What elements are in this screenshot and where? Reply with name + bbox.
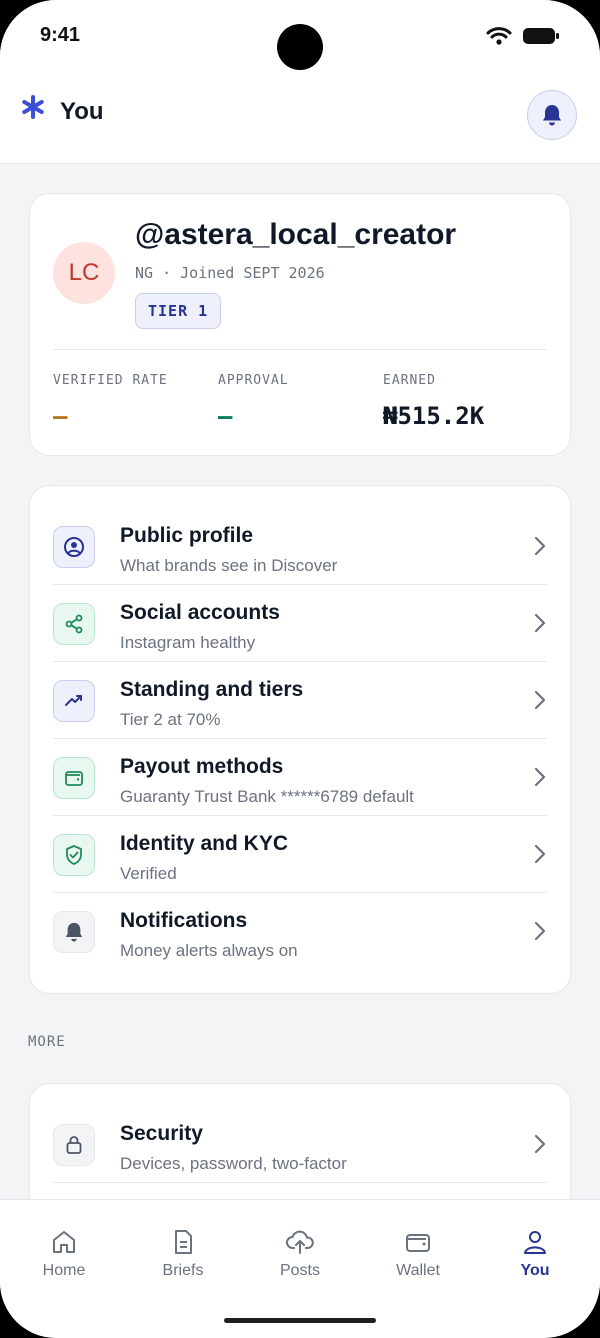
lock-icon: [53, 1124, 95, 1166]
notifications-button[interactable]: [527, 90, 577, 140]
status-icons: [486, 26, 560, 46]
camera-island: [277, 24, 323, 70]
tier-badge: TIER 1: [135, 293, 222, 329]
chevron-right-icon: [534, 921, 546, 941]
document-icon: [175, 1230, 192, 1254]
bell-icon: [53, 911, 95, 953]
tab-label: Home: [42, 1262, 86, 1279]
menu-item-subtitle: Tier 2 at 70%: [120, 710, 221, 729]
menu-item-subtitle: Instagram healthy: [120, 633, 256, 652]
stat-approval: APPROVAL —: [218, 373, 289, 430]
wallet-icon: [53, 757, 95, 799]
user-icon: [524, 1231, 546, 1254]
menu-item-title: Social accounts: [120, 601, 280, 624]
menu-item-subtitle: Money alerts always on: [120, 941, 298, 960]
battery-icon: [523, 28, 559, 44]
tab-home[interactable]: Home: [4, 1228, 124, 1280]
tab-label: Wallet: [396, 1262, 440, 1279]
avatar: LC: [53, 242, 115, 304]
chevron-right-icon: [534, 536, 546, 556]
stat-label: EARNED: [383, 373, 436, 388]
phone-screen: 9:41 You LC @astera_local_creator NG · J…: [0, 0, 600, 1338]
menu-item-title: Standing and tiers: [120, 678, 304, 701]
profile-divider: [53, 349, 547, 350]
stat-label: VERIFIED RATE: [53, 373, 168, 388]
profile-handle: @astera_local_creator: [135, 218, 457, 251]
status-bar: 9:41: [0, 0, 600, 72]
menu-item-title: Public profile: [120, 524, 254, 547]
status-time: 9:41: [40, 24, 81, 46]
tab-label: You: [520, 1262, 550, 1279]
menu-item-title: Payout methods: [120, 755, 284, 778]
stat-label: APPROVAL: [218, 373, 289, 388]
menu-item-subtitle: What brands see in Discover: [120, 556, 338, 575]
chevron-right-icon: [534, 767, 546, 787]
section-label-more: MORE: [28, 1034, 66, 1050]
app-header: You: [0, 72, 600, 164]
menu-item-standing-tiers[interactable]: Standing and tiers Tier 2 at 70%: [30, 662, 570, 739]
tab-posts[interactable]: Posts: [240, 1228, 360, 1280]
home-icon: [53, 1231, 75, 1253]
wallet-icon: [406, 1234, 430, 1252]
menu-item-notifications[interactable]: Notifications Money alerts always on: [30, 893, 570, 970]
chevron-right-icon: [534, 613, 546, 633]
home-indicator: [224, 1318, 376, 1323]
menu-item-public-profile[interactable]: Public profile What brands see in Discov…: [30, 508, 570, 585]
stat-value: —: [53, 402, 68, 430]
stat-value: —: [218, 402, 233, 430]
wifi-icon: [486, 27, 512, 45]
bell-icon: [543, 105, 561, 126]
page-title: You: [60, 98, 104, 125]
stat-verified-rate: VERIFIED RATE —: [53, 373, 168, 430]
menu-item-identity-kyc[interactable]: Identity and KYC Verified: [30, 816, 570, 893]
menu-item-title: Security: [120, 1122, 203, 1145]
user-circle-icon: [53, 526, 95, 568]
trending-up-icon: [53, 680, 95, 722]
stat-value: ₦515.2K: [383, 402, 485, 430]
row-divider: [53, 1182, 547, 1183]
menu-item-social-accounts[interactable]: Social accounts Instagram healthy: [30, 585, 570, 662]
tab-wallet[interactable]: Wallet: [358, 1228, 478, 1280]
share-icon: [53, 603, 95, 645]
tab-label: Posts: [279, 1262, 320, 1279]
menu-item-title: Identity and KYC: [120, 832, 289, 855]
menu-item-security[interactable]: Security Devices, password, two-factor: [30, 1106, 570, 1183]
profile-card: LC @astera_local_creator NG · Joined SEP…: [29, 193, 571, 456]
cloud-upload-icon: [286, 1230, 314, 1254]
shield-check-icon: [53, 834, 95, 876]
stat-earned: EARNED ₦515.2K: [383, 373, 484, 430]
chevron-right-icon: [534, 844, 546, 864]
bottom-tab-bar: Home Briefs Posts Wallet You: [0, 1199, 600, 1338]
menu-item-subtitle: Guaranty Trust Bank ******6789 default: [120, 787, 414, 806]
tab-briefs[interactable]: Briefs: [123, 1228, 243, 1280]
menu-item-title: Notifications: [120, 909, 248, 932]
settings-menu: Public profile What brands see in Discov…: [29, 485, 571, 994]
menu-item-payout-methods[interactable]: Payout methods Guaranty Trust Bank *****…: [30, 739, 570, 816]
menu-item-subtitle: Devices, password, two-factor: [120, 1154, 347, 1173]
tab-you[interactable]: You: [475, 1228, 595, 1280]
chevron-right-icon: [534, 690, 546, 710]
menu-item-subtitle: Verified: [120, 864, 177, 883]
brand-star-icon: [22, 95, 44, 119]
tab-label: Briefs: [162, 1262, 204, 1279]
profile-meta: NG · Joined SEPT 2026: [135, 264, 325, 282]
chevron-right-icon: [534, 1134, 546, 1154]
